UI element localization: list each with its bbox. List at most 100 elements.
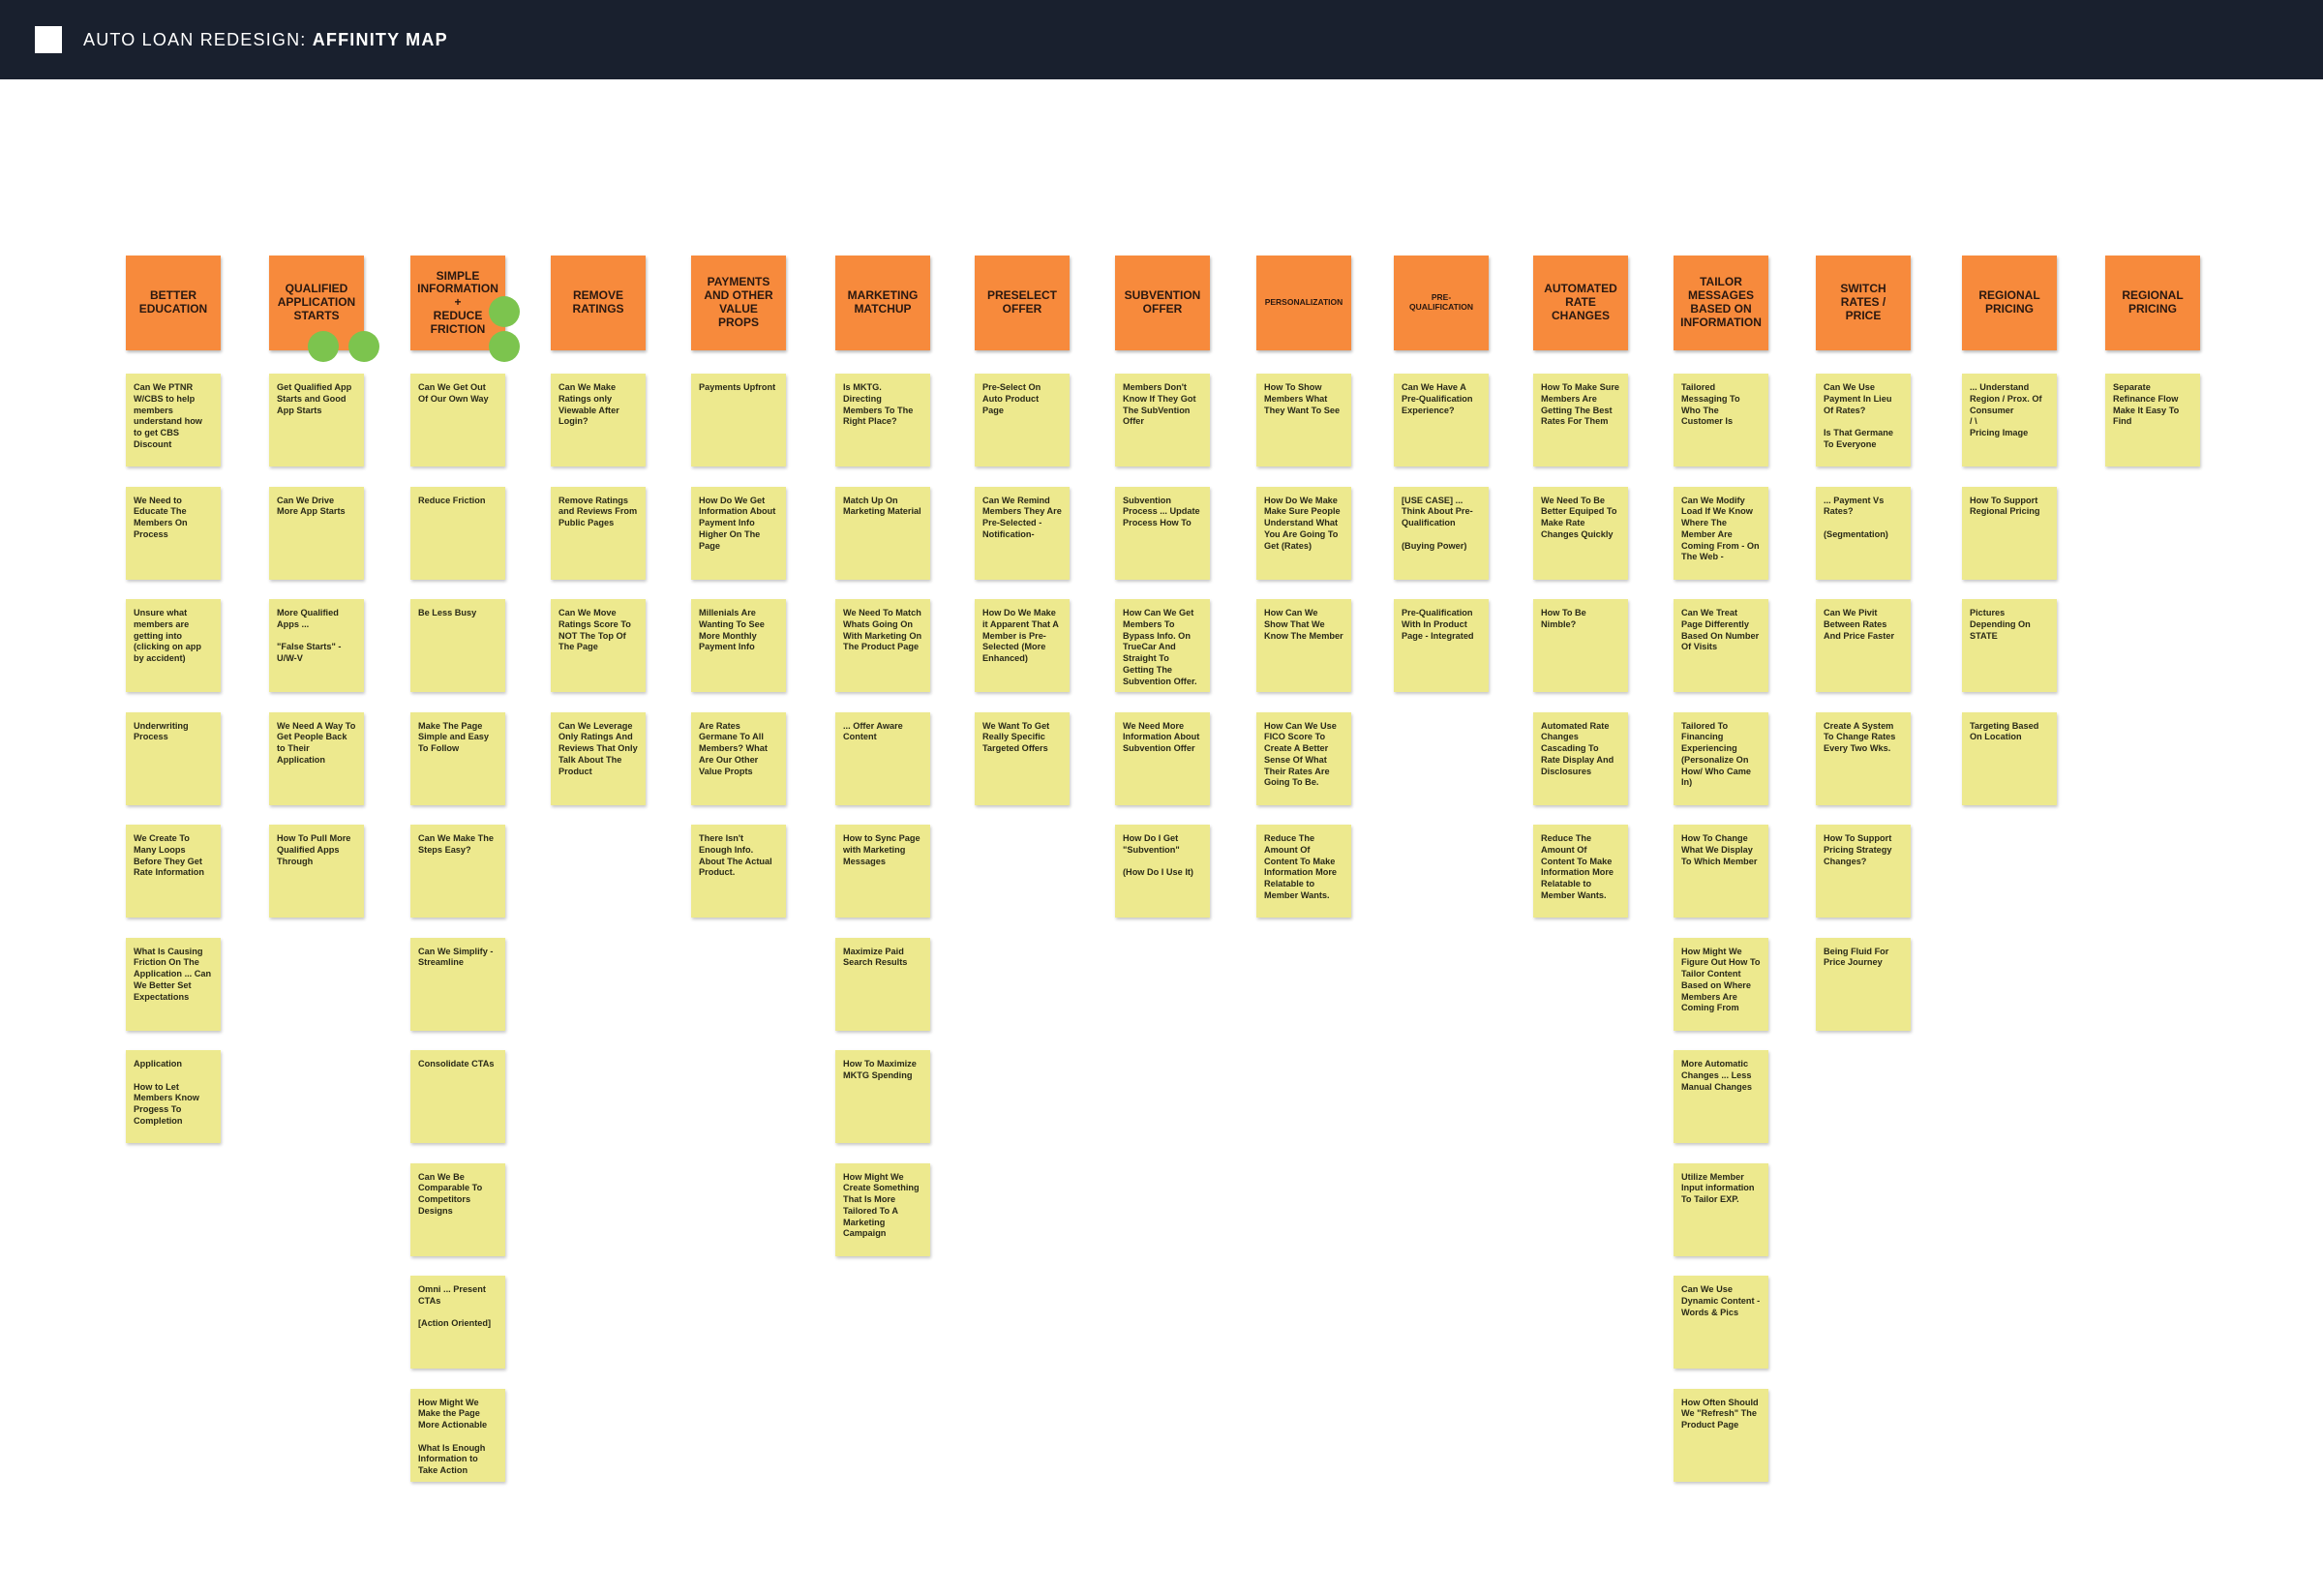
sticky-note[interactable]: We Need To Match Whats Going On With Mar… [835, 599, 930, 692]
sticky-note[interactable]: Being Fluid For Price Journey [1816, 937, 1911, 1031]
category-header-note[interactable]: Payments and Other Value Props [691, 256, 786, 350]
sticky-note[interactable]: Are Rates Germane To All Members? What A… [691, 711, 786, 805]
sticky-note[interactable]: Pre-Qualification With In Product Page -… [1394, 599, 1489, 692]
sticky-note[interactable]: Utilize Member Input information To Tail… [1674, 1162, 1768, 1256]
sticky-note[interactable]: How Can We Use FICO Score To Create A Be… [1256, 711, 1351, 805]
sticky-note[interactable]: Match Up On Marketing Material [835, 486, 930, 580]
category-header-note[interactable]: Automated Rate Changes [1533, 256, 1628, 350]
sticky-note[interactable]: How To Pull More Qualified Apps Through [269, 825, 364, 918]
vote-dot-icon[interactable] [348, 331, 379, 362]
category-header-note[interactable]: Preselect Offer [975, 256, 1070, 350]
sticky-note[interactable]: How To Make Sure Members Are Getting The… [1533, 374, 1628, 467]
sticky-note[interactable]: Can We Simplify - Streamline [410, 937, 505, 1031]
sticky-note[interactable]: Millenials Are Wanting To See More Month… [691, 599, 786, 692]
sticky-note[interactable]: Can We Make The Steps Easy? [410, 825, 505, 918]
sticky-note[interactable]: Can We Drive More App Starts [269, 486, 364, 580]
category-header-note[interactable]: Tailor Messages Based on Information [1674, 256, 1768, 350]
sticky-note[interactable]: What Is Causing Friction On The Applicat… [126, 937, 221, 1031]
sticky-note[interactable]: We Need A Way To Get People Back to Thei… [269, 711, 364, 805]
sticky-note[interactable]: Omni ... Present CTAs [Action Oriented] [410, 1276, 505, 1369]
sticky-note[interactable]: How Do We Make it Apparent That A Member… [975, 599, 1070, 692]
category-header-note[interactable]: Regional Pricing [1962, 256, 2057, 350]
sticky-note[interactable]: Maximize Paid Search Results [835, 937, 930, 1031]
sticky-note[interactable]: We Want To Get Really Specific Targeted … [975, 711, 1070, 805]
category-header-note[interactable]: Subvention Offer [1115, 256, 1210, 350]
vote-dot-icon[interactable] [308, 331, 339, 362]
sticky-note[interactable]: Get Qualified App Starts and Good App St… [269, 374, 364, 467]
sticky-note[interactable]: ... Offer Aware Content [835, 711, 930, 805]
sticky-note[interactable]: How Might We Make the Page More Actionab… [410, 1388, 505, 1482]
sticky-note[interactable]: Underwriting Process [126, 711, 221, 805]
sticky-note[interactable]: How Might We Figure Out How To Tailor Co… [1674, 937, 1768, 1031]
sticky-note[interactable]: Can We Pivit Between Rates And Price Fas… [1816, 599, 1911, 692]
sticky-note[interactable]: Create A System To Change Rates Every Tw… [1816, 711, 1911, 805]
sticky-note[interactable]: Is MKTG. Directing Members To The Right … [835, 374, 930, 467]
sticky-note[interactable]: Can We PTNR W/CBS to help members unders… [126, 374, 221, 467]
sticky-note[interactable]: Can We Leverage Only Ratings And Reviews… [551, 711, 646, 805]
sticky-note[interactable]: Reduce Friction [410, 486, 505, 580]
category-header-note[interactable]: Marketing Matchup [835, 256, 930, 350]
sticky-note[interactable]: How To Maximize MKTG Spending [835, 1050, 930, 1143]
sticky-note[interactable]: How To Support Pricing Strategy Changes? [1816, 825, 1911, 918]
sticky-note[interactable]: How Can We Show That We Know The Member [1256, 599, 1351, 692]
sticky-note[interactable]: Pre-Select On Auto Product Page [975, 374, 1070, 467]
sticky-note[interactable]: How Might We Create Something That Is Mo… [835, 1162, 930, 1256]
sticky-note[interactable]: ... Payment Vs Rates? (Segmentation) [1816, 486, 1911, 580]
sticky-note[interactable]: Can We Modify Load If We Know Where The … [1674, 486, 1768, 580]
affinity-board: Better Education Can We PTNR W/CBS to hel… [0, 0, 2323, 1596]
sticky-note[interactable]: Can We Have A Pre-Qualification Experien… [1394, 374, 1489, 467]
sticky-note[interactable]: How Can We Get Members To Bypass Info. O… [1115, 599, 1210, 692]
category-header-note[interactable]: Personalization [1256, 256, 1351, 350]
sticky-note[interactable]: Can We Treat Page Differently Based On N… [1674, 599, 1768, 692]
sticky-note[interactable]: Can We Get Out Of Our Own Way [410, 374, 505, 467]
sticky-note[interactable]: How to Sync Page with Marketing Messages [835, 825, 930, 918]
sticky-note[interactable]: Reduce The Amount Of Content To Make Inf… [1256, 825, 1351, 918]
sticky-note[interactable]: How Often Should We "Refresh" The Produc… [1674, 1388, 1768, 1482]
vote-dot-icon[interactable] [489, 331, 520, 362]
sticky-note[interactable]: Application How to Let Members Know Prog… [126, 1050, 221, 1143]
sticky-note[interactable]: There Isn't Enough Info. About The Actua… [691, 825, 786, 918]
category-header-note[interactable]: Pre-Qualification [1394, 256, 1489, 350]
sticky-note[interactable]: How Do We Get Information About Payment … [691, 486, 786, 580]
sticky-note[interactable]: Unsure what members are getting into (cl… [126, 599, 221, 692]
sticky-note[interactable]: Tailored To Financing Experiencing (Pers… [1674, 711, 1768, 805]
sticky-note[interactable]: Can We Move Ratings Score To NOT The Top… [551, 599, 646, 692]
sticky-note[interactable]: Payments Upfront [691, 374, 786, 467]
sticky-note[interactable]: More Automatic Changes ... Less Manual C… [1674, 1050, 1768, 1143]
sticky-note[interactable]: Members Don't Know If They Got The SubVe… [1115, 374, 1210, 467]
sticky-note[interactable]: ... Understand Region / Prox. Of Consume… [1962, 374, 2057, 467]
vote-dot-icon[interactable] [489, 296, 520, 327]
sticky-note[interactable]: How To Change What We Display To Which M… [1674, 825, 1768, 918]
sticky-note[interactable]: Can We Use Payment In Lieu Of Rates? Is … [1816, 374, 1911, 467]
sticky-note[interactable]: How To Support Regional Pricing [1962, 486, 2057, 580]
sticky-note[interactable]: Pictures Depending On STATE [1962, 599, 2057, 692]
sticky-note[interactable]: Reduce The Amount Of Content To Make Inf… [1533, 825, 1628, 918]
sticky-note[interactable]: Consolidate CTAs [410, 1050, 505, 1143]
category-header-note[interactable]: Switch Rates / Price [1816, 256, 1911, 350]
sticky-note[interactable]: Targeting Based On Location [1962, 711, 2057, 805]
sticky-note[interactable]: Be Less Busy [410, 599, 505, 692]
sticky-note[interactable]: We Need to Educate The Members On Proces… [126, 486, 221, 580]
sticky-note[interactable]: Can We Be Comparable To Competitors Desi… [410, 1162, 505, 1256]
sticky-note[interactable]: How Do We Make Make Sure People Understa… [1256, 486, 1351, 580]
sticky-note[interactable]: How To Show Members What They Want To Se… [1256, 374, 1351, 467]
sticky-note[interactable]: Subvention Process ... Update Process Ho… [1115, 486, 1210, 580]
sticky-note[interactable]: Separate Refinance Flow Make It Easy To … [2105, 374, 2200, 467]
sticky-note[interactable]: [USE CASE] ... Think About Pre-Qualifica… [1394, 486, 1489, 580]
sticky-note[interactable]: Automated Rate Changes Cascading To Rate… [1533, 711, 1628, 805]
sticky-note[interactable]: More Qualified Apps ... "False Starts" -… [269, 599, 364, 692]
category-header-note[interactable]: Remove Ratings [551, 256, 646, 350]
sticky-note[interactable]: We Need More Information About Subventio… [1115, 711, 1210, 805]
sticky-note[interactable]: We Need To Be Better Equiped To Make Rat… [1533, 486, 1628, 580]
sticky-note[interactable]: We Create To Many Loops Before They Get … [126, 825, 221, 918]
sticky-note[interactable]: Can We Use Dynamic Content - Words & Pic… [1674, 1276, 1768, 1369]
sticky-note[interactable]: Can We Make Ratings only Viewable After … [551, 374, 646, 467]
sticky-note[interactable]: Remove Ratings and Reviews From Public P… [551, 486, 646, 580]
sticky-note[interactable]: How Do I Get "Subvention" (How Do I Use … [1115, 825, 1210, 918]
sticky-note[interactable]: Make The Page Simple and Easy To Follow [410, 711, 505, 805]
sticky-note[interactable]: Tailored Messaging To Who The Customer I… [1674, 374, 1768, 467]
sticky-note[interactable]: How To Be Nimble? [1533, 599, 1628, 692]
category-header-note[interactable]: Regional Pricing [2105, 256, 2200, 350]
sticky-note[interactable]: Can We Remind Members They Are Pre-Selec… [975, 486, 1070, 580]
category-header-note[interactable]: Better Education [126, 256, 221, 350]
